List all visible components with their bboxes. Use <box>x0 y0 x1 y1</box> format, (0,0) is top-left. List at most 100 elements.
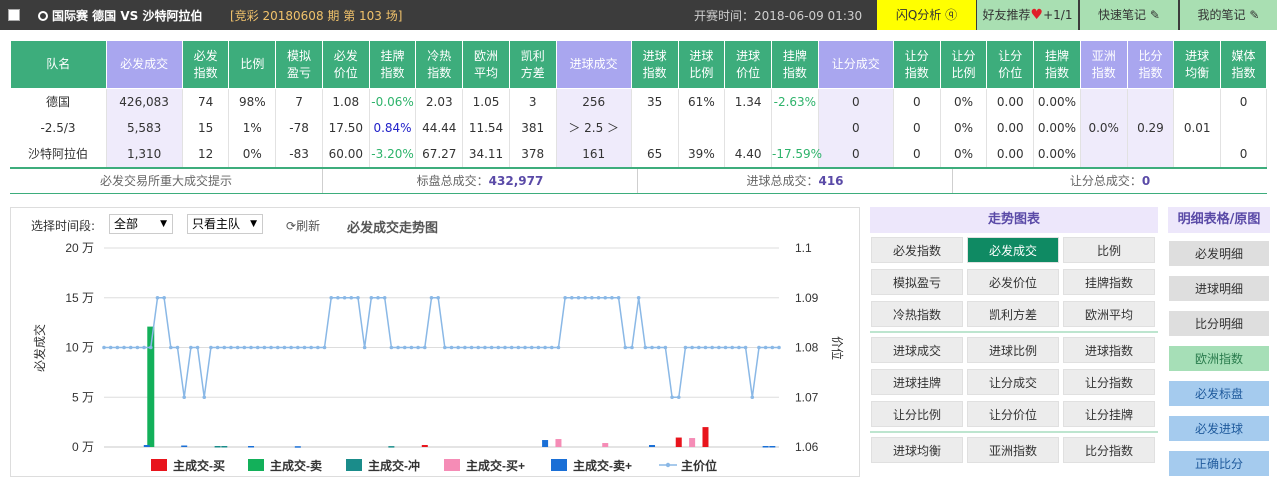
price-point <box>623 345 628 350</box>
bar-buyplus <box>689 438 696 447</box>
price-point <box>336 295 340 300</box>
price-point <box>549 345 554 350</box>
table-cell: 0.01 <box>1173 114 1222 141</box>
chart-title: 必发成交走势图 <box>347 221 439 236</box>
select-checkbox[interactable] <box>8 9 20 21</box>
trend-button[interactable]: 让分价位 <box>967 401 1059 427</box>
table-cell <box>678 114 726 141</box>
table-cell: 60.00 <box>322 140 370 167</box>
detail-button[interactable]: 正确比分 <box>1168 450 1270 477</box>
team-filter-select[interactable]: 只看主队 ▼ <box>187 214 263 234</box>
column-header: 挂牌 指数 <box>1033 40 1081 89</box>
friend-recommend-button[interactable]: 好友推荐♥+1/1 <box>977 0 1078 30</box>
y2-tick-label: 1.1 <box>795 241 812 255</box>
price-point <box>670 395 674 400</box>
price-point <box>289 345 293 350</box>
detail-button[interactable]: 欧洲指数 <box>1168 345 1270 372</box>
detail-button[interactable]: 进球明细 <box>1168 275 1270 302</box>
y-tick-label: 15 万 <box>65 291 94 305</box>
trend-button[interactable]: 挂牌指数 <box>1063 269 1155 295</box>
trend-button[interactable]: 欧洲平均 <box>1063 301 1155 327</box>
price-point <box>329 295 334 300</box>
bar-sellplus <box>769 446 776 448</box>
trend-button[interactable]: 模拟盈亏 <box>871 269 963 295</box>
column-header: 必发成交 <box>105 40 183 89</box>
table-row: -2.5/3 5,583 15 1% -78 17.50 0.84% 44.44 11.54 38… <box>10 114 1267 141</box>
detail-button[interactable]: 必发明细 <box>1168 240 1270 267</box>
trend-button[interactable]: 比例 <box>1063 237 1155 263</box>
goal-total-value: 416 <box>818 174 844 188</box>
price-point <box>683 345 688 350</box>
price-point <box>723 345 728 350</box>
column-header: 让分 比例 <box>939 40 988 89</box>
price-point <box>570 295 574 300</box>
price-point <box>249 345 253 350</box>
flash-analysis-button[interactable]: 闪Q分析 ⓠ <box>877 0 976 30</box>
trend-button[interactable]: 让分挂牌 <box>1063 401 1155 427</box>
table-cell <box>724 114 772 141</box>
price-point <box>469 345 474 350</box>
trend-button[interactable]: 进球成交 <box>871 337 963 363</box>
table-cell: 0.29 <box>1127 114 1175 141</box>
chart-panel: 选择时间段: 全部 ▼ 只看主队 ▼ ⟳刷新 必发成交走势图 0 万 5 万 10 万 1… <box>10 207 860 477</box>
my-notes-button[interactable]: 我的笔记 ✎ <box>1180 0 1277 30</box>
trend-button[interactable]: 亚洲指数 <box>967 437 1059 463</box>
price-point <box>135 345 140 350</box>
bar-chong <box>221 446 228 448</box>
table-cell: 161 <box>556 140 632 167</box>
refresh-button[interactable]: ⟳刷新 <box>286 217 320 234</box>
bar-sellplus <box>248 446 255 448</box>
table-cell: 0 <box>818 140 894 167</box>
price-point <box>269 345 273 350</box>
price-point <box>663 345 668 350</box>
table-cell: 1.34 <box>724 88 772 115</box>
quick-note-button[interactable]: 快速笔记 ✎ <box>1080 0 1178 30</box>
trend-button[interactable]: 必发指数 <box>871 237 963 263</box>
table-cell: 0.00% <box>1033 114 1081 141</box>
price-point <box>489 345 494 350</box>
trend-button[interactable]: 必发成交 <box>967 237 1059 263</box>
trend-button[interactable]: 让分指数 <box>1063 369 1155 395</box>
trend-button[interactable]: 进球比例 <box>967 337 1059 363</box>
price-point <box>463 345 467 350</box>
trend-group-bf: 必发指数 必发成交 比例模拟盈亏 必发价位 挂牌指数冷热指数 凯利方差 欧洲平均 <box>870 237 1158 327</box>
price-point <box>697 345 701 350</box>
table-cell: 39% <box>678 140 726 167</box>
table-row: 德国 426,083 74 98% 7 1.08 -0.06% 2.03 1.05 3 256 35 6… <box>10 88 1267 115</box>
column-header: 进球 均衡 <box>1173 40 1222 89</box>
trend-button[interactable]: 必发价位 <box>967 269 1059 295</box>
bar-buy <box>421 445 428 447</box>
table-cell <box>771 114 819 141</box>
trend-button[interactable]: 让分比例 <box>871 401 963 427</box>
price-point <box>409 345 414 350</box>
major-trade-hint[interactable]: 必发交易所重大成交提示 <box>10 169 323 193</box>
price-point <box>603 295 608 300</box>
table-cell: 61% <box>678 88 726 115</box>
trend-button[interactable]: 冷热指数 <box>871 301 963 327</box>
trend-button[interactable]: 进球均衡 <box>871 437 963 463</box>
detail-button[interactable]: 必发进球 <box>1168 415 1270 442</box>
trend-button[interactable]: 进球挂牌 <box>871 369 963 395</box>
price-point <box>616 295 621 300</box>
price-point <box>189 345 193 350</box>
detail-button[interactable]: 比分明细 <box>1168 310 1270 337</box>
table-cell: 34.11 <box>462 140 510 167</box>
handicap-total-value: 0 <box>1141 174 1151 188</box>
period-select[interactable]: 全部 ▼ <box>109 214 173 234</box>
price-point <box>369 295 374 300</box>
quick-note-label: 快速笔记 <box>1098 8 1147 22</box>
price-point <box>416 345 420 350</box>
trend-button[interactable]: 让分成交 <box>967 369 1059 395</box>
trend-button[interactable]: 进球指数 <box>1063 337 1155 363</box>
price-point <box>255 345 260 350</box>
table-cell: 2.03 <box>415 88 464 115</box>
trend-button[interactable]: 凯利方差 <box>967 301 1059 327</box>
period-select-value: 全部 <box>114 217 139 231</box>
price-point <box>630 345 634 350</box>
detail-button[interactable]: 必发标盘 <box>1168 380 1270 407</box>
y-axis-label: 必发成交 <box>32 324 47 372</box>
price-point <box>456 345 461 350</box>
table-row: 沙特阿拉伯 1,310 12 0% -83 60.00 -3.20% 67.27 34.11 37… <box>10 140 1267 167</box>
price-point <box>128 345 133 350</box>
trend-button[interactable]: 比分指数 <box>1063 437 1155 463</box>
